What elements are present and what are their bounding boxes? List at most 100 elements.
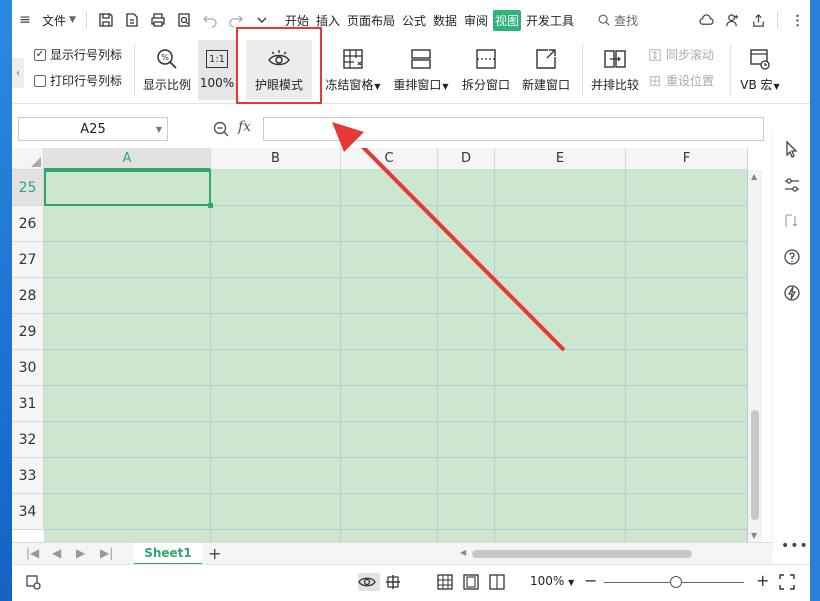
- divider: [85, 11, 87, 29]
- last-sheet-icon[interactable]: ▶|: [100, 546, 113, 560]
- horizontal-scrollbar[interactable]: ◀: [452, 548, 770, 560]
- tab-developer[interactable]: 开发工具: [524, 10, 576, 31]
- page-break-view-icon[interactable]: [488, 573, 506, 591]
- side-by-side-icon: [602, 46, 628, 72]
- search-button[interactable]: 查找: [597, 12, 638, 29]
- zoom-ratio-icon: %: [154, 46, 180, 72]
- sync-scroll-label: 同步滚动: [666, 48, 715, 62]
- tab-formulas[interactable]: 公式: [400, 10, 428, 31]
- zoom-100-button[interactable]: 1:1 100%: [198, 40, 236, 100]
- scroll-down-icon[interactable]: ▼: [751, 531, 757, 540]
- normal-view-icon[interactable]: [436, 573, 454, 591]
- side-panel: •••: [772, 130, 810, 554]
- side-by-side-label: 并排比较: [590, 78, 639, 92]
- ribbon-view: ‹ ✓ 显示行号列标 打印行号列标 % 显示比例 1:1 100% 护眼模式 冻…: [12, 40, 810, 104]
- vb-macro-button[interactable]: VB 宏▼: [736, 40, 784, 100]
- chevron-down-icon: ▼: [155, 124, 162, 134]
- export-pdf-icon[interactable]: [119, 7, 145, 33]
- name-box[interactable]: A25 ▼: [18, 117, 168, 141]
- zoom-out-icon[interactable]: −: [584, 571, 597, 590]
- lightning-icon[interactable]: [783, 284, 801, 302]
- zoom-ratio-label: 显示比例: [142, 78, 191, 92]
- print-icon[interactable]: [145, 7, 171, 33]
- new-window-icon: [533, 46, 559, 72]
- file-menu[interactable]: 文件 ▼: [38, 7, 80, 33]
- show-rowcol-checkbox[interactable]: ✓ 显示行号列标: [34, 46, 122, 63]
- split-window-button[interactable]: 拆分窗口: [458, 40, 514, 100]
- prev-sheet-icon[interactable]: ◀: [52, 546, 61, 560]
- print-rowcol-checkbox[interactable]: 打印行号列标: [34, 72, 122, 89]
- zoom-slider[interactable]: [604, 576, 744, 588]
- split-window-icon: [473, 46, 499, 72]
- macro-record-icon[interactable]: [24, 573, 42, 591]
- properties-sliders-icon[interactable]: [783, 176, 801, 194]
- new-window-button[interactable]: 新建窗口: [516, 40, 576, 100]
- dropdown-arrow-icon: ▼: [374, 82, 381, 91]
- new-window-label: 新建窗口: [521, 78, 570, 92]
- zoom-level-dropdown[interactable]: 100% ▼: [530, 574, 574, 588]
- scroll-thumb[interactable]: [472, 550, 692, 558]
- next-sheet-icon[interactable]: ▶: [76, 546, 85, 560]
- print-preview-icon[interactable]: [171, 7, 197, 33]
- share-user-icon[interactable]: [719, 7, 745, 33]
- search-label: 查找: [614, 13, 639, 28]
- save-icon[interactable]: [93, 7, 119, 33]
- add-sheet-icon[interactable]: +: [208, 544, 221, 563]
- insert-function-button[interactable]: fx: [238, 119, 251, 135]
- sync-scroll-button[interactable]: 同步滚动: [648, 46, 714, 63]
- name-box-value: A25: [80, 121, 106, 137]
- ribbon-divider: [134, 44, 135, 96]
- vertical-scrollbar[interactable]: ▲ ▼: [748, 170, 762, 542]
- desktop-left-strip: [0, 0, 12, 601]
- reset-position-icon: [650, 75, 660, 86]
- cloud-sync-icon[interactable]: [693, 7, 719, 33]
- zoom-ratio-button[interactable]: % 显示比例: [142, 40, 192, 100]
- annotation-arrow: [361, 148, 566, 352]
- side-by-side-button[interactable]: 并排比较: [588, 40, 642, 100]
- first-sheet-icon[interactable]: |◀: [26, 546, 39, 560]
- sort-filter-icon[interactable]: [783, 212, 801, 230]
- freeze-panes-icon: [340, 46, 366, 72]
- zoom-slider-knob[interactable]: [670, 576, 682, 588]
- show-rowcol-label: 显示行号列标: [50, 48, 123, 62]
- zoom-box-text: 1:1: [206, 50, 228, 68]
- tab-view[interactable]: 视图: [493, 9, 522, 31]
- share-icon[interactable]: [745, 7, 771, 33]
- page-layout-view-icon[interactable]: [462, 573, 480, 591]
- rearrange-windows-button[interactable]: 重排窗口▼: [390, 40, 452, 100]
- dropdown-arrow-icon: ▼: [773, 82, 780, 91]
- split-window-label: 拆分窗口: [461, 78, 510, 92]
- menu-icon[interactable]: ≡: [12, 7, 38, 33]
- fullscreen-icon[interactable]: [778, 573, 796, 591]
- scroll-thumb[interactable]: [751, 410, 759, 520]
- tab-data[interactable]: 数据: [431, 10, 459, 31]
- search-icon: [598, 14, 610, 26]
- desktop-right-strip: [810, 0, 820, 601]
- select-cursor-icon[interactable]: [783, 140, 801, 158]
- ribbon-scroll-left-icon[interactable]: ‹: [12, 58, 24, 88]
- zoom-in-icon[interactable]: +: [756, 571, 769, 590]
- tab-review[interactable]: 审阅: [462, 10, 490, 31]
- divider: [777, 11, 778, 29]
- zoom-out-formula-icon[interactable]: [212, 120, 230, 138]
- undo-icon[interactable]: [197, 7, 223, 33]
- zoom-100-label: 100%: [199, 76, 235, 90]
- spreadsheet-app: ≡ 文件 ▼ 开始 插入 页面布局 公式 数据 审阅 视图 开发工具 查找 ‹ …: [12, 0, 810, 601]
- scroll-left-icon[interactable]: ◀: [460, 548, 466, 557]
- checkbox-checked-icon: ✓: [34, 48, 46, 61]
- more-options-icon[interactable]: [784, 7, 810, 33]
- file-menu-label: 文件: [42, 13, 67, 28]
- annotation-arrowhead: [332, 122, 364, 152]
- freeze-panes-button[interactable]: 冻结窗格▼: [322, 40, 384, 100]
- freeze-status-icon[interactable]: [384, 573, 402, 591]
- eye-mode-status-icon[interactable]: [358, 573, 380, 591]
- sheet-tab[interactable]: Sheet1: [134, 543, 202, 565]
- tab-page-layout[interactable]: 页面布局: [345, 10, 397, 31]
- help-icon[interactable]: [783, 248, 801, 266]
- dropdown-arrow-icon: ▼: [442, 82, 449, 91]
- scroll-up-icon[interactable]: ▲: [751, 172, 757, 181]
- reset-position-button[interactable]: 重设位置: [648, 72, 714, 89]
- zoom-level-value: 100%: [530, 574, 565, 588]
- more-horizontal-icon[interactable]: •••: [781, 538, 809, 554]
- freeze-panes-label: 冻结窗格: [325, 78, 374, 92]
